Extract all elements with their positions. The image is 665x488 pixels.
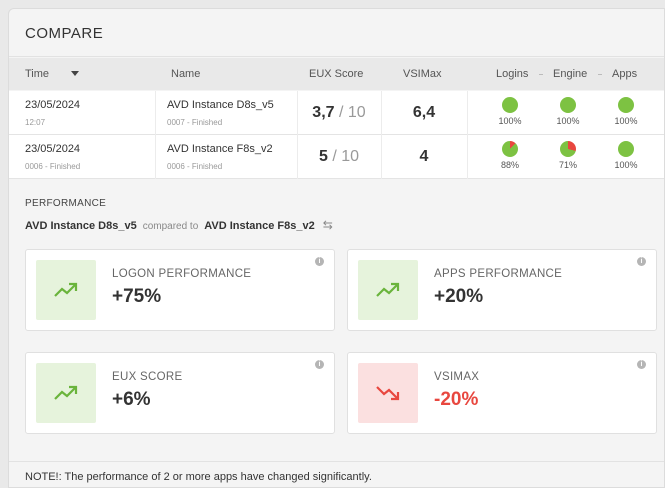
column-eux-score[interactable]: EUX Score xyxy=(309,68,363,80)
card-title: VSIMAX xyxy=(434,371,480,383)
apps-pie-icon xyxy=(618,97,634,113)
cell-divider xyxy=(381,91,382,135)
info-icon[interactable]: i xyxy=(315,360,324,369)
column-vsimax[interactable]: VSIMax xyxy=(403,68,442,80)
row-date: 23/05/2024 xyxy=(25,99,81,111)
logins-pie-icon xyxy=(502,97,518,113)
sort-down-icon[interactable] xyxy=(71,71,79,76)
cell-divider xyxy=(155,135,156,179)
card-value: +6% xyxy=(112,389,151,410)
engine-pie-icon xyxy=(560,141,576,157)
table-row[interactable]: 23/05/2024 0006 - Finished AVD Instance … xyxy=(9,135,664,179)
column-engine[interactable]: Engine xyxy=(553,68,587,80)
column-name[interactable]: Name xyxy=(171,68,200,80)
info-icon[interactable]: i xyxy=(315,257,324,266)
vsimax-card: VSIMAX -20% i xyxy=(347,352,657,434)
card-title: EUX SCORE xyxy=(112,371,183,383)
cell-divider xyxy=(297,91,298,135)
info-icon[interactable]: i xyxy=(637,257,646,266)
row-date: 23/05/2024 xyxy=(25,143,81,155)
note-text: NOTE!: The performance of 2 or more apps… xyxy=(25,471,372,483)
apps-performance-card: APPS PERFORMANCE +20% i xyxy=(347,249,657,331)
cell-divider xyxy=(467,91,468,135)
cell-divider xyxy=(155,91,156,135)
apps-percent: 100% xyxy=(614,116,638,126)
column-apps[interactable]: Apps xyxy=(612,68,637,80)
card-value: +75% xyxy=(112,286,162,307)
header-separator xyxy=(598,74,602,75)
cell-divider xyxy=(467,135,468,179)
row-eux-score: 5 / 10 xyxy=(318,148,360,165)
engine-pie-icon xyxy=(560,97,576,113)
compare-panel: COMPARE Time Name EUX Score VSIMax Login… xyxy=(8,8,665,488)
card-value: -20% xyxy=(434,389,479,410)
row-status: 0006 - Finished xyxy=(167,162,223,171)
panel-title: COMPARE xyxy=(9,9,664,57)
comparison-line: AVD Instance D8s_v5 compared to AVD Instan… xyxy=(25,218,333,232)
card-title: APPS PERFORMANCE xyxy=(434,268,563,280)
info-icon[interactable]: i xyxy=(637,360,646,369)
compared-to-text: compared to xyxy=(142,221,199,232)
column-time[interactable]: Time xyxy=(25,68,49,80)
apps-pie-icon xyxy=(618,141,634,157)
row-time: 12:07 xyxy=(25,118,46,127)
trend-down-icon xyxy=(358,363,418,423)
card-value: +20% xyxy=(434,286,484,307)
card-title: LOGON PERFORMANCE xyxy=(112,268,252,280)
table-row[interactable]: 23/05/2024 12:07 AVD Instance D8s_v5 000… xyxy=(9,91,664,135)
swap-arrows-icon[interactable]: ⇆ xyxy=(323,218,333,232)
performance-heading: PERFORMANCE xyxy=(25,198,107,209)
row-instance-name: AVD Instance F8s_v2 xyxy=(167,143,273,155)
trend-up-icon xyxy=(36,363,96,423)
column-logins[interactable]: Logins xyxy=(496,68,528,80)
left-instance-name[interactable]: AVD Instance D8s_v5 xyxy=(25,220,137,232)
apps-percent: 100% xyxy=(614,160,638,170)
engine-percent: 71% xyxy=(558,160,577,170)
row-instance-name: AVD Instance D8s_v5 xyxy=(167,99,274,111)
row-eux-score: 3,7 / 10 xyxy=(312,104,366,121)
logins-percent: 100% xyxy=(498,116,522,126)
right-instance-name[interactable]: AVD Instance F8s_v2 xyxy=(204,220,314,232)
table-header: Time Name EUX Score VSIMax Logins Engine… xyxy=(9,58,664,90)
row-status: 0007 - Finished xyxy=(167,118,223,127)
logins-percent: 88% xyxy=(500,160,519,170)
row-vsimax: 4 xyxy=(419,148,429,165)
row-time: 0006 - Finished xyxy=(25,162,81,171)
trend-up-icon xyxy=(36,260,96,320)
note-bar: NOTE!: The performance of 2 or more apps… xyxy=(9,461,664,487)
eux-score-card: EUX SCORE +6% i xyxy=(25,352,335,434)
engine-percent: 100% xyxy=(556,116,580,126)
logon-performance-card: LOGON PERFORMANCE +75% i xyxy=(25,249,335,331)
row-vsimax: 6,4 xyxy=(412,104,436,121)
header-separator xyxy=(539,74,543,75)
trend-up-icon xyxy=(358,260,418,320)
logins-pie-icon xyxy=(502,141,518,157)
cell-divider xyxy=(297,135,298,179)
cell-divider xyxy=(381,135,382,179)
